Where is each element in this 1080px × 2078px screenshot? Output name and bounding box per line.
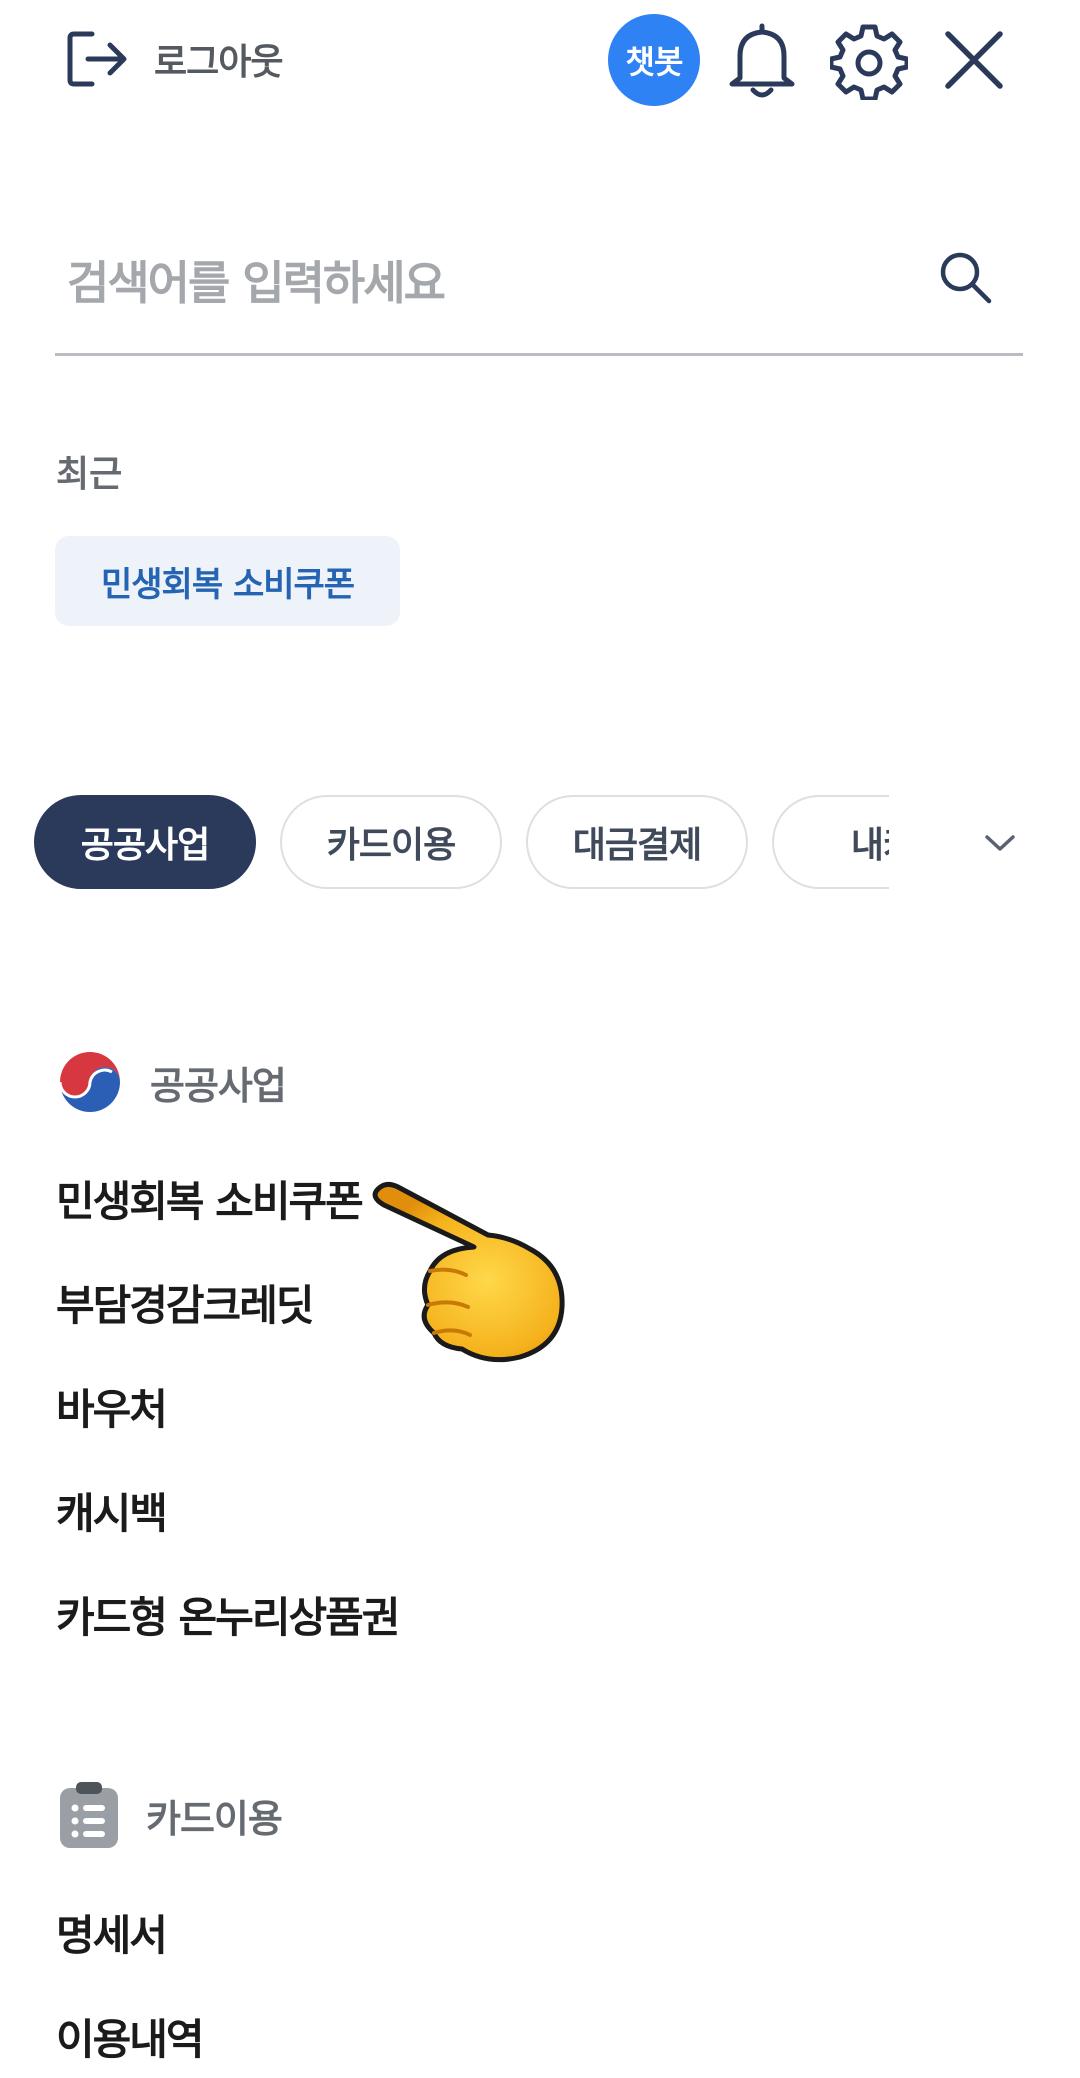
- bell-icon[interactable]: [724, 20, 800, 100]
- pointing-hand-icon: [372, 1181, 565, 1363]
- close-icon[interactable]: [940, 26, 1008, 94]
- section-title: 공공사업: [150, 1063, 287, 1108]
- category-tabs: 공공사업 카드이용 대금결제 내카: [34, 795, 889, 893]
- menu-item-burden-relief-credit[interactable]: 부담경감크레딧: [56, 1272, 314, 1333]
- tab-card-usage[interactable]: 카드이용: [280, 795, 502, 889]
- search-input[interactable]: [65, 247, 929, 319]
- menu-item-statement[interactable]: 명세서: [56, 1902, 168, 1963]
- section-title: 카드이용: [146, 1796, 283, 1841]
- menu-item-usage-history[interactable]: 이용내역: [56, 2006, 205, 2067]
- government-emblem-icon: [58, 1050, 122, 1114]
- section-header-public-projects: 공공사업: [56, 1048, 287, 1116]
- tab-my-card[interactable]: 내카: [772, 795, 889, 889]
- clipboard-list-icon: [60, 1782, 118, 1848]
- menu-item-cashback[interactable]: 캐시백: [56, 1480, 168, 1541]
- chatbot-button[interactable]: 챗봇: [608, 14, 700, 106]
- logout-label: 로그아웃: [154, 42, 283, 83]
- logout-button[interactable]: 로그아웃: [64, 26, 283, 92]
- menu-item-voucher[interactable]: 바우처: [56, 1376, 168, 1437]
- tab-payment[interactable]: 대금결제: [526, 795, 748, 889]
- gear-icon[interactable]: [830, 22, 908, 100]
- tab-public-projects[interactable]: 공공사업: [34, 795, 256, 889]
- section-header-card-usage: 카드이용: [58, 1780, 283, 1850]
- menu-item-onnuri-gift-card[interactable]: 카드형 온누리상품권: [56, 1584, 400, 1645]
- logout-icon: [67, 31, 127, 87]
- recent-search-chip[interactable]: 민생회복 소비쿠폰: [55, 536, 401, 626]
- menu-item-consumption-coupon[interactable]: 민생회복 소비쿠폰: [56, 1168, 364, 1229]
- recent-title: 최근: [56, 454, 123, 495]
- search-bar: [55, 225, 1023, 356]
- search-icon[interactable]: [937, 249, 993, 305]
- chevron-down-icon[interactable]: [975, 818, 1025, 868]
